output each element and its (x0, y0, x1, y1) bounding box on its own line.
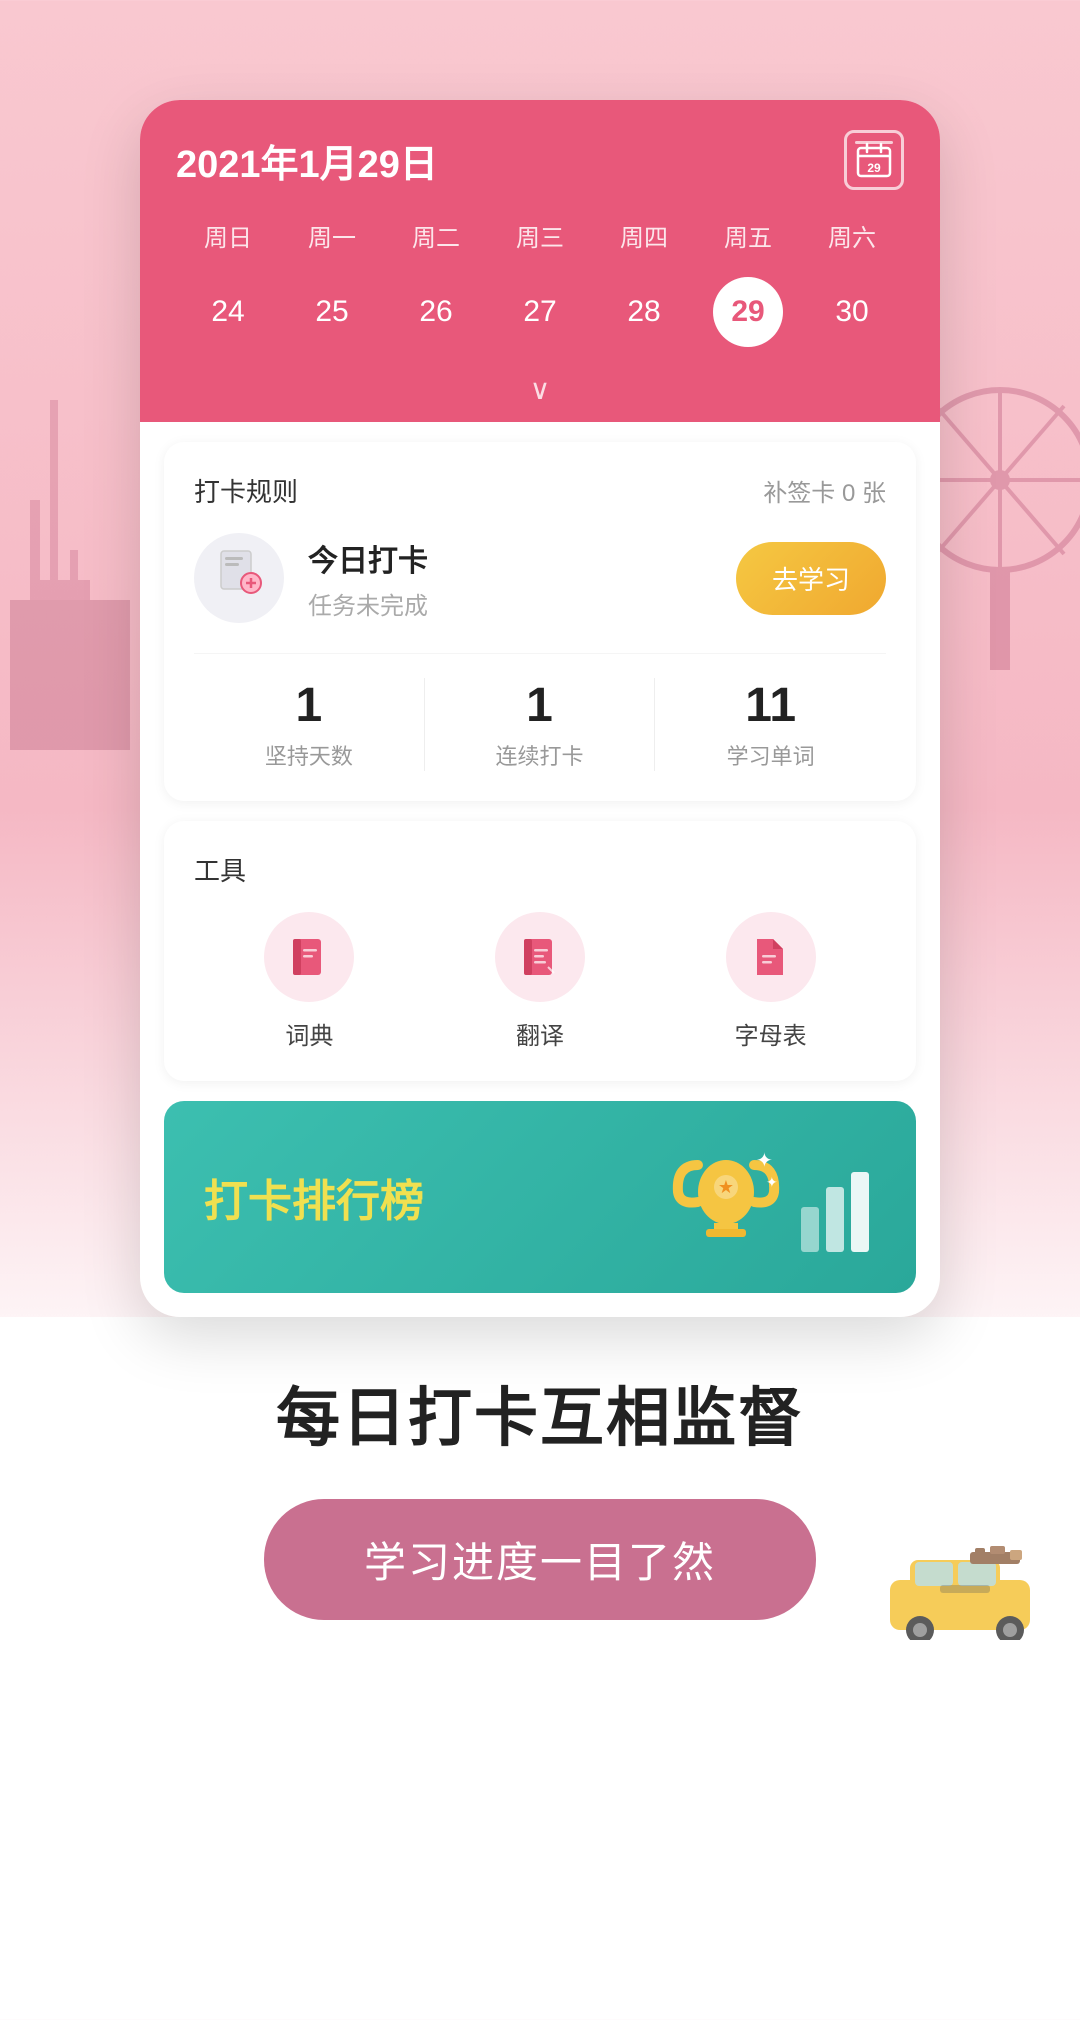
checkin-subtitle: 任务未完成 (308, 586, 736, 621)
stat-persist-days: 1 坚持天数 (194, 678, 425, 771)
dictionary-label: 词典 (285, 1016, 333, 1051)
alphabet-icon (749, 935, 793, 979)
go-study-button[interactable]: 去学习 (736, 542, 886, 615)
date-29-active[interactable]: 29 (713, 277, 783, 347)
trophy-icon: ★ ✦ ✦ (666, 1137, 786, 1257)
stat-consecutive-number: 1 (526, 678, 553, 733)
tools-title: 工具 (194, 851, 886, 888)
ranking-banner[interactable]: 打卡排行榜 ★ ✦ ✦ (164, 1101, 916, 1293)
date-24[interactable]: 24 (193, 277, 263, 347)
checkin-icon-wrapper (194, 533, 284, 623)
stat-words-label: 学习单词 (727, 739, 815, 771)
ranking-text: 打卡排行榜 (204, 1165, 424, 1229)
dates-row: 24 25 26 27 28 29 30 (176, 277, 904, 363)
stat-persist-label: 坚持天数 (265, 739, 353, 771)
stat-words: 11 学习单词 (655, 678, 886, 771)
ranking-prefix: 打卡 (204, 1177, 292, 1226)
weekday-sun: 周日 (176, 210, 280, 261)
calendar-icon[interactable]: 29 (844, 130, 904, 190)
cta-button[interactable]: 学习进度一目了然 (264, 1499, 816, 1620)
tools-row: 词典 翻译 (194, 912, 886, 1051)
stats-row: 1 坚持天数 1 连续打卡 11 学习单词 (194, 653, 886, 771)
calendar-title: 2021年1月29日 (176, 133, 438, 188)
calendar-header: 2021年1月29日 29 周日 周一 周二 周三 周四 周五 周六 24 (140, 100, 940, 422)
weekday-tue: 周二 (384, 210, 488, 261)
date-27[interactable]: 27 (505, 277, 575, 347)
ranking-highlight: 排行榜 (292, 1177, 424, 1226)
weekday-sat: 周六 (800, 210, 904, 261)
translate-icon-wrapper (495, 912, 585, 1002)
tools-card: 工具 词典 (164, 821, 916, 1081)
tool-translate[interactable]: 翻译 (425, 912, 656, 1051)
weekday-fri: 周五 (696, 210, 800, 261)
translate-icon (518, 935, 562, 979)
weekdays-row: 周日 周一 周二 周三 周四 周五 周六 (176, 210, 904, 261)
weekday-thu: 周四 (592, 210, 696, 261)
date-28[interactable]: 28 (609, 277, 679, 347)
alphabet-icon-wrapper (726, 912, 816, 1002)
svg-text:✦: ✦ (756, 1150, 773, 1172)
stat-consecutive-label: 连续打卡 (495, 739, 583, 771)
checkin-info: 今日打卡 任务未完成 (308, 536, 736, 621)
phone-frame: 2021年1月29日 29 周日 周一 周二 周三 周四 周五 周六 24 (140, 100, 940, 1317)
checkin-card: 打卡规则 补签卡 0 张 今日打卡 任务未完成 (164, 442, 916, 801)
svg-text:29: 29 (867, 161, 881, 175)
main-slogan: 每日打卡互相监督 (40, 1367, 1040, 1459)
trophy-area: ★ ✦ ✦ (666, 1137, 876, 1257)
stat-consecutive: 1 连续打卡 (425, 678, 656, 771)
dictionary-icon-wrapper (264, 912, 354, 1002)
weekday-mon: 周一 (280, 210, 384, 261)
svg-text:✦: ✦ (766, 1174, 778, 1190)
svg-text:★: ★ (718, 1177, 734, 1197)
checkin-today-label: 今日打卡 (308, 536, 736, 580)
tool-alphabet[interactable]: 字母表 (655, 912, 886, 1051)
taxi-decoration (880, 1540, 1060, 1640)
tower-decoration (0, 400, 140, 750)
tool-dictionary[interactable]: 词典 (194, 912, 425, 1051)
weekday-wed: 周三 (488, 210, 592, 261)
supplement-card-label[interactable]: 补签卡 0 张 (763, 473, 886, 508)
checkin-task-icon (213, 547, 265, 609)
alphabet-label: 字母表 (735, 1016, 807, 1051)
stat-persist-number: 1 (295, 678, 322, 733)
bar-chart-icon (796, 1157, 876, 1257)
date-25[interactable]: 25 (297, 277, 367, 347)
translate-label: 翻译 (516, 1016, 564, 1051)
date-30[interactable]: 30 (817, 277, 887, 347)
book-icon (287, 935, 331, 979)
date-26[interactable]: 26 (401, 277, 471, 347)
stat-words-number: 11 (745, 678, 796, 733)
checkin-title: 打卡规则 (194, 472, 298, 509)
calendar-chevron[interactable]: ∨ (176, 363, 904, 422)
